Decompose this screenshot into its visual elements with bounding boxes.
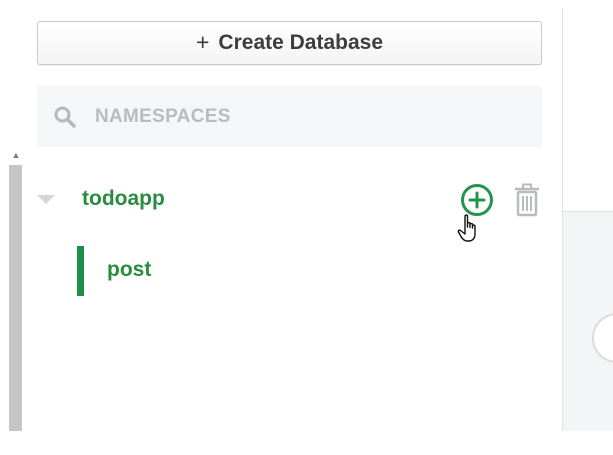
app-window: + Create Database ▲ todoapp <box>0 0 613 455</box>
sidebar: + Create Database ▲ todoapp <box>0 0 563 455</box>
tree-item-collection[interactable]: post <box>77 246 477 296</box>
collection-name[interactable]: post <box>107 258 151 282</box>
create-database-button[interactable]: + Create Database <box>37 21 542 65</box>
search-input[interactable] <box>95 105 475 128</box>
create-database-label: Create Database <box>218 31 384 54</box>
plus-circle-icon <box>468 191 486 209</box>
sidebar-scrollbar[interactable]: ▲ <box>6 147 26 431</box>
namespace-search[interactable] <box>37 86 542 147</box>
scroll-up-arrow-icon[interactable]: ▲ <box>6 147 26 163</box>
search-icon <box>54 106 76 128</box>
main-panel-header <box>563 0 613 211</box>
bottom-edge <box>0 431 613 455</box>
database-name[interactable]: todoapp <box>82 187 165 211</box>
add-collection-button[interactable] <box>461 184 493 216</box>
scrollbar-thumb[interactable] <box>9 165 22 431</box>
selected-indicator <box>77 246 84 296</box>
hand-cursor-icon <box>457 214 476 242</box>
plus-icon: + <box>195 28 210 55</box>
trash-icon[interactable] <box>512 183 542 217</box>
chevron-down-icon[interactable] <box>37 195 55 204</box>
